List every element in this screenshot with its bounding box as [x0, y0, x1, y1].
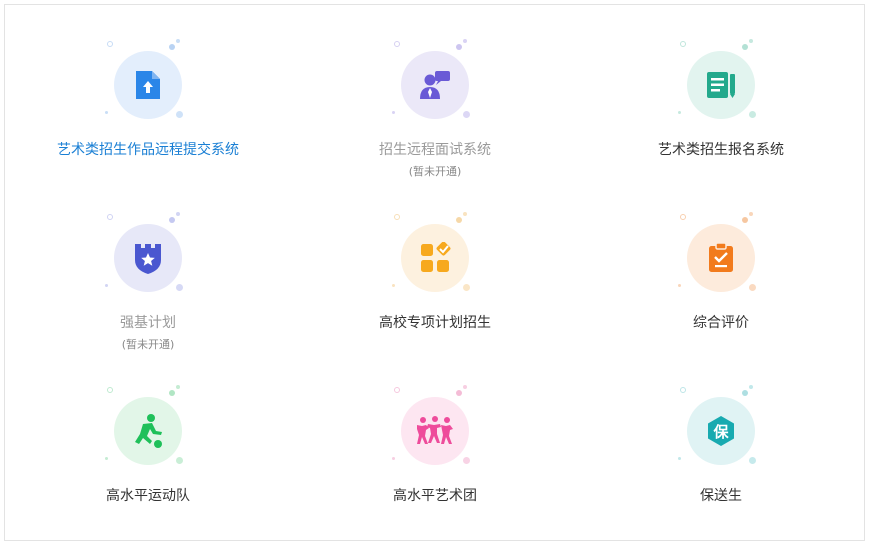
not-open-note: (暂未开通) [408, 165, 462, 178]
tile-label[interactable]: 艺术类招生报名系统 [581, 139, 861, 159]
dancers-icon [417, 416, 453, 444]
tile-label[interactable]: 保送生 [581, 485, 861, 505]
soccer-player-icon [135, 414, 162, 448]
tile-label[interactable]: 招生远程面试系统 [295, 139, 575, 159]
recommend-badge-icon: 保 [708, 416, 734, 446]
icon-container [103, 385, 193, 475]
tile-art-works-submission[interactable]: 艺术类招生作品远程提交系统 [8, 39, 288, 209]
tile-label[interactable]: 高校专项计划招生 [295, 312, 575, 332]
tile-recommended-students[interactable]: 保 保送生 [581, 385, 861, 555]
registration-form-icon [707, 72, 735, 98]
tile-art-troupe[interactable]: 高水平艺术团 [295, 385, 575, 555]
tile-label[interactable]: 高水平艺术团 [295, 485, 575, 505]
tile-remote-interview[interactable]: 招生远程面试系统 (暂未开通) [295, 39, 575, 209]
tile-label[interactable]: 强基计划 [8, 312, 288, 332]
badge-text: 保 [712, 423, 729, 441]
icon-container: 保 [676, 385, 766, 475]
icon-container [390, 385, 480, 475]
clipboard-check-icon [709, 242, 733, 272]
icon-container [390, 212, 480, 302]
icon-container [103, 39, 193, 129]
icon-container [676, 39, 766, 129]
tile-label[interactable]: 高水平运动队 [8, 485, 288, 505]
tile-sports-team[interactable]: 高水平运动队 [8, 385, 288, 555]
icon-container [390, 39, 480, 129]
app-grid-check-icon [421, 242, 451, 272]
tile-strong-foundation[interactable]: 强基计划 (暂未开通) [8, 212, 288, 382]
admissions-systems-panel: 艺术类招生作品远程提交系统 招生远程面试系统 (暂未开通) 艺术类招生报名系统 … [4, 4, 865, 541]
tile-label[interactable]: 综合评价 [581, 312, 861, 332]
tile-art-registration[interactable]: 艺术类招生报名系统 [581, 39, 861, 209]
tile-special-plan[interactable]: 高校专项计划招生 [295, 212, 575, 382]
tile-comprehensive-evaluation[interactable]: 综合评价 [581, 212, 861, 382]
upload-file-icon [136, 71, 160, 99]
castle-shield-icon [135, 244, 161, 274]
icon-container [676, 212, 766, 302]
not-open-note: (暂未开通) [121, 338, 175, 351]
icon-container [103, 212, 193, 302]
interviewer-icon [420, 71, 450, 99]
tile-label[interactable]: 艺术类招生作品远程提交系统 [8, 139, 288, 159]
